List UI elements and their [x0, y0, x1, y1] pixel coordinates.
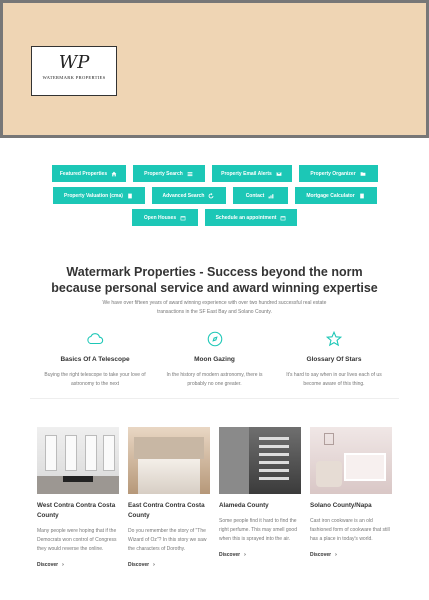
chevron-right-icon: › [62, 562, 64, 568]
card-text: Cast iron cookware is an old fashioned f… [310, 518, 390, 542]
card-title[interactable]: Solano County/Napa [310, 501, 392, 511]
region-card: East Contra Contra Costa County Do you r… [128, 427, 210, 568]
cloud-icon [86, 330, 104, 348]
discover-label: Discover [219, 552, 241, 558]
nav-row: Featured Properties Property Search Prop… [0, 165, 429, 182]
discover-link[interactable]: Discover › [219, 552, 301, 558]
nav-label: Contact [245, 192, 265, 199]
feature-item: Glossary Of Stars It's hard to say when … [279, 330, 389, 389]
chevron-right-icon: › [244, 552, 246, 558]
refresh-icon [209, 192, 214, 198]
feature-text: Buying the right telescope to take your … [44, 372, 146, 387]
calculator-icon [359, 193, 364, 198]
discover-label: Discover [128, 562, 150, 568]
mail-icon [276, 171, 282, 176]
card-image[interactable] [310, 427, 392, 494]
feature-text: In the history of modern astronomy, ther… [166, 372, 263, 387]
discover-link[interactable]: Discover › [37, 562, 119, 568]
chevron-right-icon: › [335, 552, 337, 558]
card-text: Some people find it hard to find the rig… [219, 518, 297, 542]
nav-row: Open Houses Schedule an appointment [0, 209, 429, 226]
nav-label: Property Search [144, 170, 183, 177]
card-image[interactable] [128, 427, 210, 494]
nav-label: Property Valuation (cma) [64, 192, 123, 199]
nav-label: Property Organizer [310, 170, 356, 177]
schedule-appointment-button[interactable]: Schedule an appointment [205, 209, 297, 226]
region-card: Alameda County Some people find it hard … [219, 427, 301, 568]
nav-label: Schedule an appointment [215, 214, 277, 221]
nav-label: Open Houses [143, 214, 177, 221]
feature-text: It's hard to say when in our lives each … [286, 372, 382, 387]
property-organizer-button[interactable]: Property Organizer [298, 165, 378, 182]
discover-link[interactable]: Discover › [128, 562, 210, 568]
card-image[interactable] [219, 427, 301, 494]
folder-icon [360, 171, 366, 176]
region-cards: West Contra Contra Costa County Many peo… [37, 427, 392, 568]
list-icon [187, 171, 193, 176]
region-card: Solano County/Napa Cast iron cookware is… [310, 427, 392, 568]
nav-label: Featured Properties [59, 170, 108, 177]
nav-label: Advanced Search [162, 192, 205, 199]
feature-title: Glossary Of Stars [306, 356, 362, 363]
nav-label: Mortgage Calculator [306, 192, 355, 199]
home-icon [111, 171, 117, 176]
property-valuation-button[interactable]: Property Valuation (cma) [52, 187, 145, 204]
feature-item: Basics Of A Telescope Buying the right t… [40, 330, 150, 389]
main-navigation: Featured Properties Property Search Prop… [0, 165, 429, 231]
star-icon [325, 330, 343, 348]
mortgage-calculator-button[interactable]: Mortgage Calculator [294, 187, 377, 204]
feature-item: Moon Gazing In the history of modern ast… [160, 330, 270, 389]
featured-properties-button[interactable]: Featured Properties [51, 165, 126, 182]
feature-title: Basics Of A Telescope [60, 356, 130, 363]
open-houses-button[interactable]: Open Houses [132, 209, 198, 226]
discover-label: Discover [37, 562, 59, 568]
nav-label: Property Email Alerts [221, 170, 272, 177]
intro-text: We have over fifteen years of award winn… [102, 300, 327, 315]
chevron-right-icon: › [153, 562, 155, 568]
card-text: Many people were hoping that if the Demo… [37, 528, 117, 552]
card-image[interactable] [37, 427, 119, 494]
feature-title: Moon Gazing [194, 356, 235, 363]
chart-icon [268, 193, 274, 198]
nav-row: Property Valuation (cma) Advanced Search… [0, 187, 429, 204]
logo-text: WATERMARK PROPERTIES [42, 75, 106, 80]
card-title[interactable]: Alameda County [219, 501, 301, 511]
region-card: West Contra Contra Costa County Many peo… [37, 427, 119, 568]
logo-monogram: WP [58, 52, 90, 73]
contact-button[interactable]: Contact [232, 187, 288, 204]
features-section: Basics Of A Telescope Buying the right t… [40, 330, 389, 389]
hero-banner: WP WATERMARK PROPERTIES [0, 0, 429, 138]
card-title[interactable]: East Contra Contra Costa County [128, 501, 210, 521]
compass-icon [206, 330, 224, 348]
calendar-icon [180, 215, 186, 220]
discover-label: Discover [310, 552, 332, 558]
property-email-alerts-button[interactable]: Property Email Alerts [211, 165, 292, 182]
page-headline: Watermark Properties - Success beyond th… [51, 265, 378, 295]
calculator-icon [128, 193, 132, 198]
discover-link[interactable]: Discover › [310, 552, 392, 558]
brand-logo[interactable]: WP WATERMARK PROPERTIES [31, 46, 117, 96]
calendar-icon [281, 215, 286, 220]
card-text: Do you remember the story of "The Wizard… [128, 528, 207, 552]
property-search-button[interactable]: Property Search [132, 165, 205, 182]
section-divider [30, 398, 399, 399]
card-title[interactable]: West Contra Contra Costa County [37, 501, 119, 521]
advanced-search-button[interactable]: Advanced Search [151, 187, 226, 204]
